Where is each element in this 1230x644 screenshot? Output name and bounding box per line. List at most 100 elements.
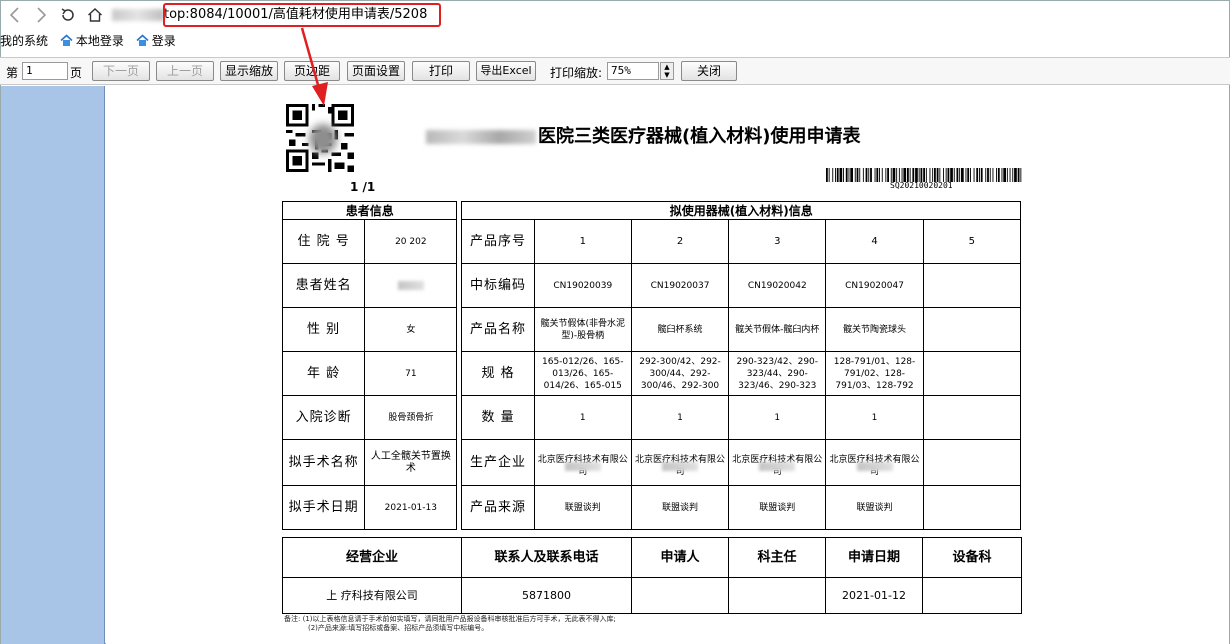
barcode-bar (1020, 168, 1022, 182)
footnote-1: 备注: (1)以上表格信息请于手术前如实填写，请同批用户品报设备科审核批准后方可… (284, 615, 616, 623)
footnotes: 备注: (1)以上表格信息请于手术前如实填写，请同批用户品报设备科审核批准后方可… (284, 615, 616, 633)
barcode-bar (885, 168, 887, 182)
barcode-bar (936, 168, 939, 182)
redacted-manufacturer (662, 462, 699, 471)
redacted-patient-name (397, 280, 424, 290)
form-row: 拟手术日期 2021-01-13 产品来源 联盟谈判 联盟谈判 联盟谈判 联盟谈判 (281, 485, 1022, 530)
device-cell: 290-323/42、290-323/44、290-323/46、290-323 (728, 351, 827, 396)
device-cell: CN19020042 (728, 263, 827, 308)
barcode-bar (1012, 168, 1014, 182)
document-title: 医院三类医疗器械(植入材料)使用申请表 (426, 122, 860, 148)
patient-field-value: 股骨颈骨折 (364, 395, 458, 440)
barcode-bar (907, 168, 909, 182)
device-cell (922, 439, 1022, 486)
device-cell: 3 (728, 219, 827, 264)
device-cell (922, 351, 1022, 396)
approval-table: 经营企业 联系人及联系电话 申请人 科主任 申请日期 设备科 上 疗科技有限公司… (282, 537, 1022, 614)
barcode-bar (985, 168, 987, 182)
value-supplier: 上 疗科技有限公司 (282, 577, 462, 614)
device-cell: 1 (728, 395, 827, 440)
header-supplier: 经营企业 (282, 537, 462, 578)
barcode-bar (881, 168, 883, 182)
back-icon[interactable] (4, 4, 26, 26)
device-cell: 北京医疗科技术有限公司 (630, 439, 730, 486)
patient-field-label: 拟手术名称 (281, 439, 366, 486)
barcode-bar (832, 168, 834, 182)
barcode-bar (943, 168, 944, 182)
device-field-label: 生产企业 (461, 439, 535, 486)
next-page-button[interactable]: 下一页 (92, 61, 150, 81)
barcode-bar (976, 168, 979, 182)
barcode-bar (903, 168, 907, 182)
barcode-bar (918, 168, 920, 182)
barcode-bar (828, 168, 830, 182)
value-contact: 5871800 (461, 577, 632, 614)
patient-field-label: 性 别 (281, 307, 366, 352)
value-apply-date: 2021-01-12 (825, 577, 923, 614)
header-applicant: 申请人 (631, 537, 729, 578)
barcode-bar (890, 168, 892, 182)
export-excel-button[interactable]: 导出Excel (476, 61, 536, 81)
patient-field-value: 20 202 (364, 219, 458, 264)
footnote-2: (2)产品来源:填写招标或备案、招标产品须填写中标编号。 (308, 624, 489, 632)
device-cell: 髋关节陶瓷球头 (825, 307, 924, 352)
forward-icon[interactable] (30, 4, 52, 26)
display-zoom-button[interactable]: 显示缩放 (220, 61, 278, 81)
barcode-bar (945, 168, 947, 182)
barcode-bar (887, 168, 889, 182)
device-cell: 1 (533, 219, 632, 264)
patient-field-label: 住 院 号 (281, 219, 366, 264)
device-cell: CN19020047 (825, 263, 924, 308)
barcode-bar (997, 168, 1000, 182)
zoom-spinner[interactable]: ▲ ▼ (660, 62, 674, 80)
barcode-number: SQ20210020201 (890, 181, 953, 190)
device-cell: 165-012/26、165-013/26、165-014/26、165-015 (533, 351, 632, 396)
barcode-bar (956, 168, 959, 182)
application-form-table: 患者信息 拟使用器械(植入材料)信息 住 院 号 20 202 产品序号 1 2 3 4 5 患… (281, 201, 1022, 530)
bookmark-login[interactable]: 登录 (136, 31, 176, 51)
device-cell: 1 (630, 395, 730, 440)
margins-button[interactable]: 页边距 (284, 61, 340, 81)
browser-navbar: top:8084/10001/高值耗材使用申请表/5208 (0, 0, 1230, 30)
bookmark-my-system[interactable]: 我的系统 (0, 31, 48, 51)
form-row: 患者姓名 中标编码 CN19020039 CN19020037 CN19020042 CN… (281, 263, 1022, 308)
value-equipment-dept (922, 577, 1022, 614)
device-cell: 髋关节假体(非骨水泥型)-股骨柄 (533, 307, 632, 352)
barcode-bar (989, 168, 991, 182)
barcode-icon (826, 168, 1022, 182)
print-preview-page: 1 /1 医院三类医疗器械(植入材料)使用申请表 SQ20210020201 患… (106, 86, 1229, 644)
redacted-hospital-name (426, 130, 536, 144)
device-cell: 联盟谈判 (825, 485, 924, 530)
patient-field-value: 2021-01-13 (364, 485, 458, 530)
form-row: 性 别女产品名称 髋关节假体(非骨水泥型)-股骨柄 髋臼杯系统 髋关节假体-髋臼内杯髋… (281, 307, 1022, 352)
page-number-input[interactable]: 1 (22, 62, 68, 80)
barcode-bar (874, 168, 876, 182)
barcode-bar (923, 168, 925, 182)
print-zoom-input[interactable]: 75% (607, 62, 659, 80)
device-cell: CN19020037 (630, 263, 730, 308)
header-contact: 联系人及联系电话 (461, 537, 632, 578)
redacted-host (112, 8, 164, 21)
barcode-bar (932, 168, 934, 182)
device-cell: 北京医疗科技术有限公司 (825, 439, 924, 486)
barcode-bar (1003, 168, 1006, 182)
barcode-bar (839, 168, 843, 182)
barcode-bar (1001, 168, 1003, 182)
prev-page-button[interactable]: 上一页 (156, 61, 214, 81)
device-cell: 1 (533, 395, 632, 440)
print-button[interactable]: 打印 (412, 61, 470, 81)
page-setup-button[interactable]: 页面设置 (347, 61, 405, 81)
barcode-bar (843, 168, 844, 182)
value-applicant (631, 577, 729, 614)
close-button[interactable]: 关闭 (681, 61, 737, 81)
barcode-bar (826, 168, 828, 182)
device-cell: 2 (630, 219, 730, 264)
barcode-bar (879, 168, 880, 182)
bookmark-local-login[interactable]: 本地登录 (60, 31, 124, 51)
device-cell (922, 395, 1022, 440)
refresh-icon[interactable] (57, 4, 79, 26)
device-cell: 128-791/01、128-791/02、128-791/03、128-792 (825, 351, 924, 396)
value-dept-director (728, 577, 826, 614)
barcode-bar (961, 168, 964, 182)
home-icon[interactable] (84, 4, 106, 26)
